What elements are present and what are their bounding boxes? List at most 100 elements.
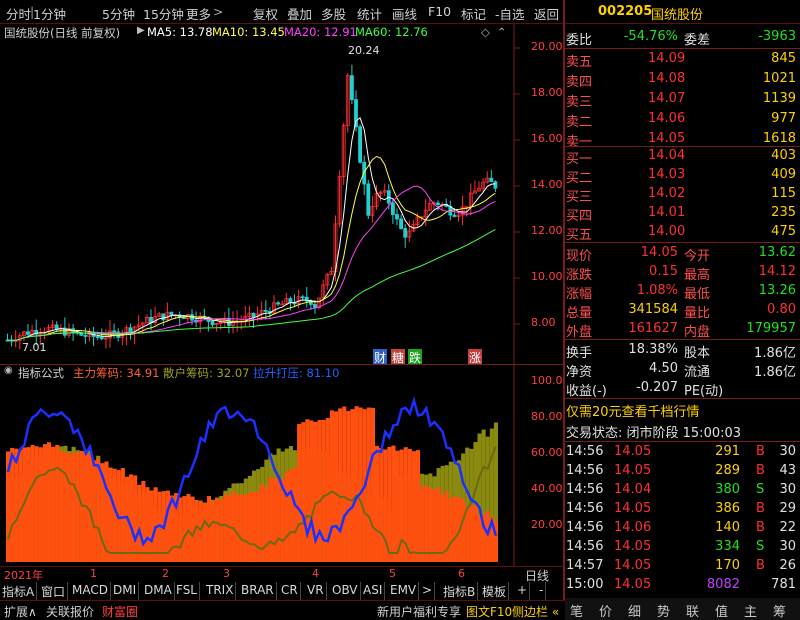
- stock-header: 002205 国统股份: [565, 0, 800, 24]
- sell-level-label: 卖二: [566, 115, 593, 130]
- y-tick-label: 100.0: [531, 374, 563, 387]
- tick-row: 14:56 14.06 140 B 22: [566, 519, 798, 539]
- side-btn-related[interactable]: 联: [686, 601, 699, 620]
- weibi-row: 委比 -54.76% 委差 -3963: [566, 28, 798, 48]
- stat-label: 涨幅: [566, 287, 593, 302]
- side-btn-trend[interactable]: 势: [657, 601, 670, 620]
- toolbar-item-back[interactable]: 返回: [534, 4, 559, 23]
- fund-label: 流通: [684, 365, 711, 380]
- sidebar-toggle-button[interactable]: 侧边栏 «: [512, 603, 559, 620]
- side-buttons: 笔 价 细 势 联 值 主 筹: [565, 598, 800, 620]
- stat-label: 最高: [684, 268, 711, 283]
- tick-price: 14.05: [614, 463, 652, 478]
- buy-level-label: 买三: [566, 190, 593, 205]
- toolbar-item-more[interactable]: 更多: [186, 4, 211, 23]
- y-tick-label: 80.00: [531, 410, 563, 423]
- tick-time: 14:56: [566, 501, 604, 516]
- side-btn-chips[interactable]: 筹: [773, 601, 786, 620]
- tab-macd[interactable]: MACD: [70, 582, 111, 600]
- toolbar-item-overlay[interactable]: 叠加: [287, 4, 312, 23]
- tab-asi[interactable]: ASI: [361, 582, 386, 600]
- stat-value: 13.62: [758, 245, 796, 260]
- side-btn-main[interactable]: 主: [744, 601, 757, 620]
- buy-row: 买三 14.02 115: [566, 185, 798, 205]
- sell-level-label: 卖三: [566, 95, 593, 110]
- tick-volume: 386: [715, 501, 740, 516]
- tab-indicator-b[interactable]: 指标B: [441, 582, 479, 600]
- tab-fsl[interactable]: FSL: [174, 582, 200, 600]
- toolbar-item-mark[interactable]: 标记: [461, 4, 486, 23]
- new-user-benefit-link[interactable]: 新用户福利专享: [377, 603, 461, 620]
- promo-link: 仅需20元查看千档行情: [566, 405, 700, 420]
- indicator-svg: [0, 364, 563, 566]
- tabs-next-arrow[interactable]: >: [420, 582, 436, 600]
- weibi-label: 委比: [566, 33, 593, 48]
- tab-dma[interactable]: DMA: [142, 582, 175, 600]
- toolbar-item-statistics[interactable]: 统计: [357, 4, 382, 23]
- tab-template[interactable]: 模板: [480, 582, 510, 600]
- tab-vr[interactable]: VR: [305, 582, 327, 600]
- toolbar-item-restore-rights[interactable]: 复权: [253, 4, 278, 23]
- f10-graphic-button[interactable]: 图文F10: [466, 603, 512, 620]
- buy-volume: 475: [771, 224, 796, 239]
- tick-row: 15:00 14.05 8082 781: [566, 576, 798, 596]
- fund-value: 1.86亿: [754, 346, 796, 361]
- tab-brar[interactable]: BRAR: [239, 582, 277, 600]
- side-btn-price[interactable]: 价: [599, 601, 612, 620]
- tab-cr[interactable]: CR: [279, 582, 301, 600]
- zoom-out-button[interactable]: -: [537, 582, 547, 600]
- sell-price: 14.09: [648, 51, 686, 66]
- wealth-circle-button[interactable]: 财富圈: [102, 603, 138, 620]
- toolbar-item-timeshare[interactable]: 分时: [6, 4, 31, 23]
- stat-label: 外盘: [566, 325, 593, 340]
- settings-diamond-icon[interactable]: ◇: [481, 25, 490, 39]
- tab-indicator-a[interactable]: 指标A: [0, 582, 38, 600]
- sell-volume: 845: [771, 51, 796, 66]
- indicator-toggle-icon[interactable]: ◉: [4, 365, 13, 376]
- stat-row: 外盘 161627 内盘 179957: [566, 320, 798, 340]
- tab-emv[interactable]: EMV: [388, 582, 420, 600]
- sell-row: 卖三 14.07 1139: [566, 90, 798, 110]
- toolbar-item-draw-line[interactable]: 画线: [392, 4, 417, 23]
- toolbar-item-remove-watchlist[interactable]: -自选: [495, 4, 525, 23]
- fund-value: 4.50: [649, 361, 678, 376]
- indicator-chart[interactable]: ◉ 指标公式 主力筹码: 34.91 散户筹码: 32.07 拉升打压: 81.…: [0, 364, 563, 566]
- weicha-value: -3963: [758, 29, 796, 44]
- toolbar-item-5min[interactable]: 5分钟: [102, 4, 135, 23]
- toolbar-item-1min[interactable]: 1分钟: [33, 4, 66, 23]
- toolbar-item-f10[interactable]: F10: [428, 4, 451, 19]
- month-label: 1: [90, 567, 97, 580]
- divider: [565, 48, 800, 49]
- retail-chips-label: 散户筹码: 32.07: [163, 366, 250, 380]
- toolbar-item-15min[interactable]: 15分钟: [143, 4, 184, 23]
- stat-label: 量比: [684, 306, 711, 321]
- zoom-in-button[interactable]: +: [515, 582, 531, 600]
- stat-label: 涨跌: [566, 268, 593, 283]
- tab-dmi[interactable]: DMI: [111, 582, 140, 600]
- buy-level-label: 买一: [566, 152, 593, 167]
- divider: [565, 242, 800, 243]
- tab-trix[interactable]: TRIX: [204, 582, 237, 600]
- related-quotes-button[interactable]: 关联报价: [46, 603, 94, 620]
- side-btn-detail[interactable]: 细: [628, 601, 641, 620]
- indicator-title[interactable]: 指标公式: [18, 365, 64, 381]
- chevron-right-icon: >: [213, 4, 224, 19]
- buy-price: 14.03: [648, 167, 686, 182]
- side-btn-value[interactable]: 值: [715, 601, 728, 620]
- tick-direction: S: [756, 482, 765, 497]
- stat-label: 内盘: [684, 325, 711, 340]
- kline-title: 国统股份(日线 前复权): [4, 26, 121, 40]
- tick-count: 29: [779, 501, 796, 516]
- tick-price: 14.05: [614, 539, 652, 554]
- tick-price: 14.04: [614, 482, 652, 497]
- kline-chart[interactable]: 国统股份(日线 前复权) ▶ MA5: 13.78 MA10: 13.45 MA…: [0, 24, 563, 366]
- tick-volume: 170: [715, 558, 740, 573]
- side-btn-trades[interactable]: 笔: [570, 601, 583, 620]
- tab-obv[interactable]: OBV: [330, 582, 361, 600]
- high-price-label: 20.24: [348, 44, 380, 57]
- expand-button[interactable]: 扩展∧: [4, 603, 37, 620]
- tab-window[interactable]: 窗口: [39, 582, 69, 600]
- y-tick-label: 20.00: [531, 40, 563, 53]
- collapse-up-icon[interactable]: ⌃: [497, 25, 507, 39]
- toolbar-item-multi-stock[interactable]: 多股: [321, 4, 346, 23]
